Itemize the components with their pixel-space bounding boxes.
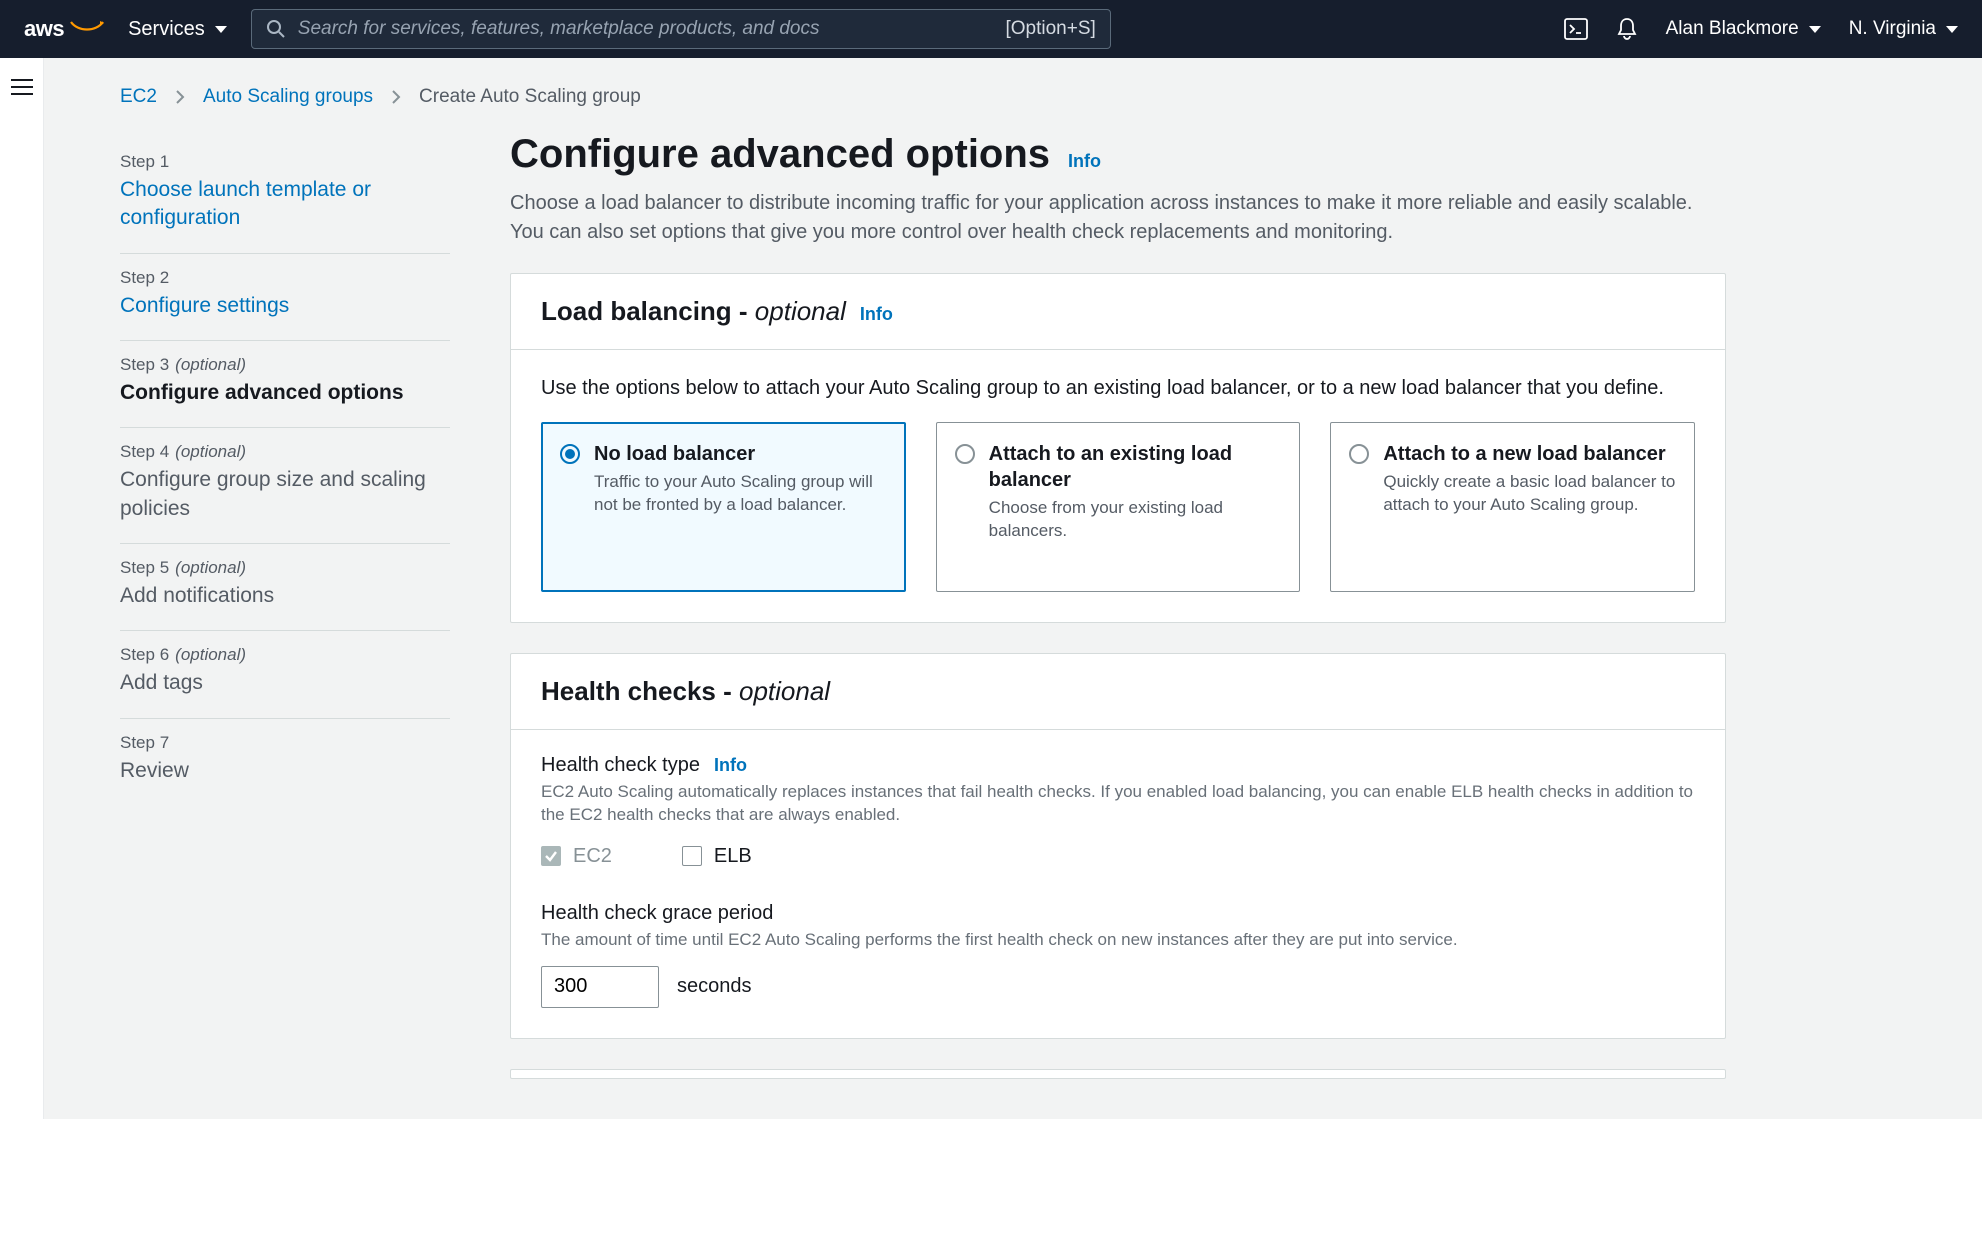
breadcrumb: EC2 Auto Scaling groups Create Auto Scal… [120,58,1982,132]
lb-options: No load balancer Traffic to your Auto Sc… [541,422,1695,592]
step-6[interactable]: Step 6 (optional) Add tags [120,631,450,718]
tile-desc: Traffic to your Auto Scaling group will … [594,471,887,517]
tile-title: Attach to a new load balancer [1383,441,1676,467]
hc-type-desc: EC2 Auto Scaling automatically replaces … [541,781,1695,827]
account-menu[interactable]: Alan Blackmore [1666,18,1821,40]
services-menu[interactable]: Services [128,18,227,41]
lb-intro: Use the options below to attach your Aut… [541,374,1695,402]
hc-type-label: Health check type [541,754,700,777]
step-title: Configure advanced options [120,379,450,407]
region-menu[interactable]: N. Virginia [1849,18,1958,40]
hc-elb-checkbox[interactable]: ELB [682,845,752,868]
bell-icon [1616,17,1638,41]
load-balancing-panel: Load balancing - optional Info Use the o… [510,273,1726,623]
breadcrumb-ec2[interactable]: EC2 [120,86,157,108]
lb-option-new[interactable]: Attach to a new load balancer Quickly cr… [1330,422,1695,592]
health-checks-panel: Health checks - optional Health check ty… [510,653,1726,1039]
radio-icon [955,444,975,464]
page-title: Configure advanced options [510,132,1050,177]
global-search[interactable]: [Option+S] [251,9,1111,49]
radio-icon [560,444,580,464]
next-panel-peek [510,1069,1726,1079]
step-1[interactable]: Step 1 Choose launch template or configu… [120,138,450,254]
region-name: N. Virginia [1849,18,1936,40]
services-label: Services [128,18,205,41]
lb-option-existing[interactable]: Attach to an existing load balancer Choo… [936,422,1301,592]
search-input[interactable] [298,18,994,40]
cloudshell-icon [1564,18,1588,40]
tile-title: Attach to an existing load balancer [989,441,1282,493]
wizard-steps: Step 1 Choose launch template or configu… [120,132,450,1119]
search-icon [266,19,286,39]
aws-logo[interactable]: aws [24,16,104,42]
notifications-button[interactable] [1616,17,1638,41]
step-title: Add tags [120,669,450,697]
lb-option-none[interactable]: No load balancer Traffic to your Auto Sc… [541,422,906,592]
search-shortcut: [Option+S] [1005,18,1095,40]
caret-down-icon [1946,26,1958,33]
grace-unit: seconds [677,975,752,998]
aws-smile-icon [70,21,104,33]
tile-title: No load balancer [594,441,887,467]
step-title: Review [120,757,450,785]
tile-desc: Quickly create a basic load balancer to … [1383,471,1676,517]
breadcrumb-current: Create Auto Scaling group [419,86,641,108]
radio-icon [1349,444,1369,464]
page-description: Choose a load balancer to distribute inc… [510,189,1726,247]
panel-title: Load balancing - optional [541,296,846,327]
hc-type-info-link[interactable]: Info [714,755,747,776]
cloudshell-button[interactable] [1564,18,1588,40]
page-info-link[interactable]: Info [1068,151,1101,172]
hc-ec2-checkbox: EC2 [541,845,612,868]
step-title: Add notifications [120,582,450,610]
side-rail [0,58,44,1119]
chevron-right-icon [391,89,401,105]
user-name: Alan Blackmore [1666,18,1799,40]
step-3[interactable]: Step 3 (optional) Configure advanced opt… [120,341,450,428]
step-7[interactable]: Step 7 Review [120,719,450,805]
caret-down-icon [1809,26,1821,33]
step-title: Configure group size and scaling policie… [120,466,450,523]
tile-desc: Choose from your existing load balancers… [989,497,1282,543]
grace-desc: The amount of time until EC2 Auto Scalin… [541,929,1695,952]
panel-title: Health checks - optional [541,676,830,707]
top-nav: aws Services [Option+S] Alan Blackmore [0,0,1982,58]
caret-down-icon [215,26,227,33]
checkbox-checked-icon [541,846,561,866]
lb-info-link[interactable]: Info [860,304,893,325]
grace-label: Health check grace period [541,902,1695,925]
step-5[interactable]: Step 5 (optional) Add notifications [120,544,450,631]
checkbox-icon [682,846,702,866]
step-title: Choose launch template or configuration [120,176,450,233]
side-nav-toggle[interactable] [11,79,33,95]
breadcrumb-asg[interactable]: Auto Scaling groups [203,86,373,108]
step-2[interactable]: Step 2 Configure settings [120,254,450,341]
step-title: Configure settings [120,292,450,320]
top-nav-right: Alan Blackmore N. Virginia [1564,17,1958,41]
chevron-right-icon [175,89,185,105]
grace-period-input[interactable] [541,966,659,1008]
step-4[interactable]: Step 4 (optional) Configure group size a… [120,428,450,544]
